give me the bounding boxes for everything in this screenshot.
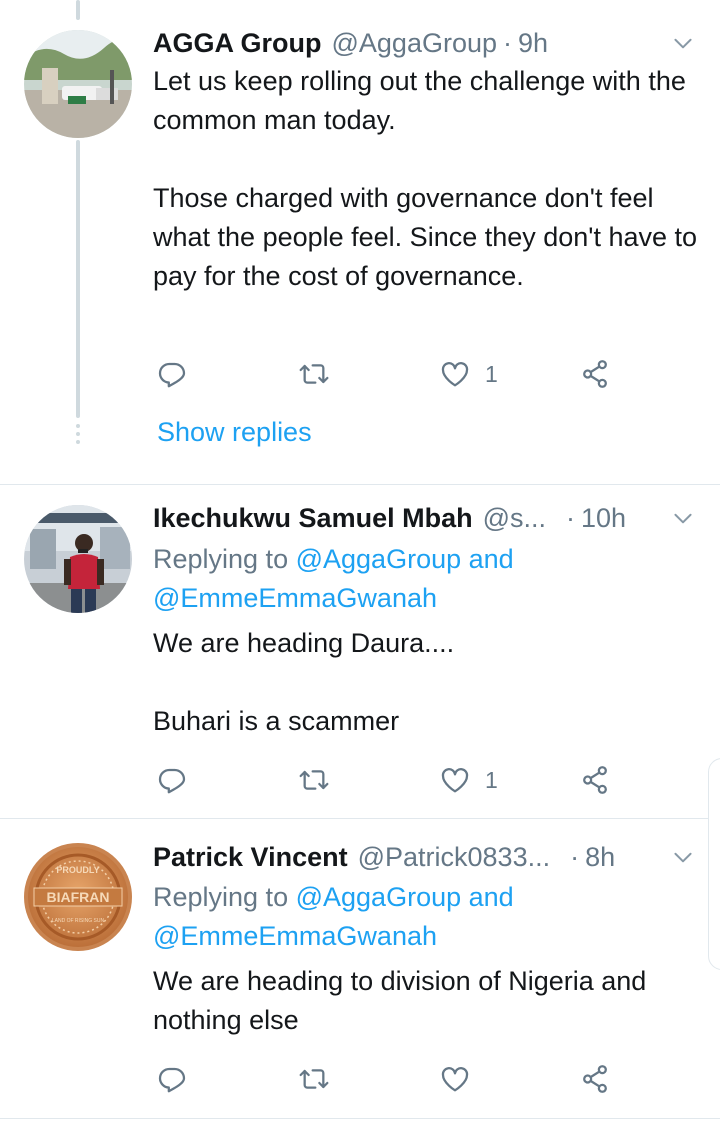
like-icon: [439, 1063, 471, 1095]
reply-button[interactable]: [156, 354, 188, 394]
reply-icon: [156, 764, 188, 796]
badge-top-text: PROUDLY: [56, 865, 99, 875]
display-name[interactable]: Ikechukwu Samuel Mbah: [153, 503, 473, 534]
tweet-agga-group[interactable]: AGGA Group @AggaGroup · 9h Let us keep r…: [0, 0, 720, 484]
avatar[interactable]: PROUDLY BIAFRAN LAND OF RISING SUN: [24, 843, 132, 951]
like-button[interactable]: [439, 1059, 471, 1099]
badge-main-text: BIAFRAN: [47, 889, 110, 905]
separator-dot: ·: [503, 27, 513, 58]
tweet-header: AGGA Group @AggaGroup · 9h: [153, 25, 696, 61]
like-count: 1: [485, 360, 498, 387]
separator-dot: ·: [570, 841, 580, 872]
display-name[interactable]: Patrick Vincent: [153, 842, 348, 873]
tweet-text: We are heading to division of Nigeria an…: [153, 966, 647, 1035]
mention-link[interactable]: @EmmeEmmaGwanah: [153, 921, 437, 951]
avatar[interactable]: [24, 505, 132, 613]
scroll-handle[interactable]: [708, 758, 720, 970]
share-icon: [579, 1063, 611, 1095]
share-button[interactable]: [579, 760, 611, 800]
share-button[interactable]: [579, 354, 611, 394]
avatar[interactable]: [24, 30, 132, 138]
tweet-ikechukwu[interactable]: Ikechukwu Samuel Mbah @s... · 10h Replyi…: [0, 485, 720, 818]
mention-link[interactable]: @AggaGroup: [296, 544, 462, 574]
replying-and: and: [468, 544, 514, 574]
share-icon: [579, 764, 611, 796]
replying-to: Replying to @AggaGroup and @EmmeEmmaGwan…: [153, 878, 700, 956]
reply-icon: [156, 358, 188, 390]
retweet-icon: [298, 1063, 330, 1095]
tweet-text: Let us keep rolling out the challenge wi…: [153, 66, 698, 291]
separator-dot: ·: [566, 502, 576, 533]
tweet-patrick-vincent[interactable]: PROUDLY BIAFRAN LAND OF RISING SUN Patri…: [0, 819, 720, 1124]
like-icon: [439, 764, 471, 796]
replying-to: Replying to @AggaGroup and @EmmeEmmaGwan…: [153, 540, 700, 618]
tweet-actions: 1: [0, 354, 720, 394]
timestamp[interactable]: 9h: [518, 28, 548, 59]
like-count: 1: [485, 766, 498, 793]
mention-link[interactable]: @EmmeEmmaGwanah: [153, 583, 437, 613]
tweet-actions: 1: [0, 760, 720, 800]
like-button[interactable]: 1: [439, 354, 498, 394]
retweet-icon: [298, 764, 330, 796]
replying-and: and: [468, 882, 514, 912]
tweet-header: Ikechukwu Samuel Mbah @s... · 10h: [153, 500, 696, 536]
like-button[interactable]: 1: [439, 760, 498, 800]
reply-button[interactable]: [156, 760, 188, 800]
reply-icon: [156, 1063, 188, 1095]
display-name[interactable]: AGGA Group: [153, 28, 322, 59]
tweet-text: We are heading Daura.... Buhari is a sca…: [153, 628, 455, 736]
timestamp[interactable]: 8h: [585, 842, 615, 873]
chevron-down-icon[interactable]: [670, 505, 696, 531]
retweet-button[interactable]: [298, 1059, 330, 1099]
divider: [0, 1118, 720, 1119]
tweet-header: Patrick Vincent @Patrick0833... · 8h: [153, 839, 696, 875]
share-icon: [579, 358, 611, 390]
share-button[interactable]: [579, 1059, 611, 1099]
retweet-button[interactable]: [298, 760, 330, 800]
user-handle[interactable]: @s...: [483, 503, 546, 534]
retweet-icon: [298, 358, 330, 390]
reply-button[interactable]: [156, 1059, 188, 1099]
badge-bottom-text: LAND OF RISING SUN: [52, 918, 105, 924]
chevron-down-icon[interactable]: [670, 30, 696, 56]
replying-prefix: Replying to: [153, 544, 289, 574]
timestamp[interactable]: 10h: [581, 503, 626, 534]
replying-prefix: Replying to: [153, 882, 289, 912]
tweet-actions: [0, 1059, 720, 1099]
like-icon: [439, 358, 471, 390]
chevron-down-icon[interactable]: [670, 844, 696, 870]
user-handle[interactable]: @AggaGroup: [332, 28, 498, 59]
mention-link[interactable]: @AggaGroup: [296, 882, 462, 912]
user-handle[interactable]: @Patrick0833...: [358, 842, 551, 873]
show-replies-link[interactable]: Show replies: [157, 417, 312, 448]
retweet-button[interactable]: [298, 354, 330, 394]
